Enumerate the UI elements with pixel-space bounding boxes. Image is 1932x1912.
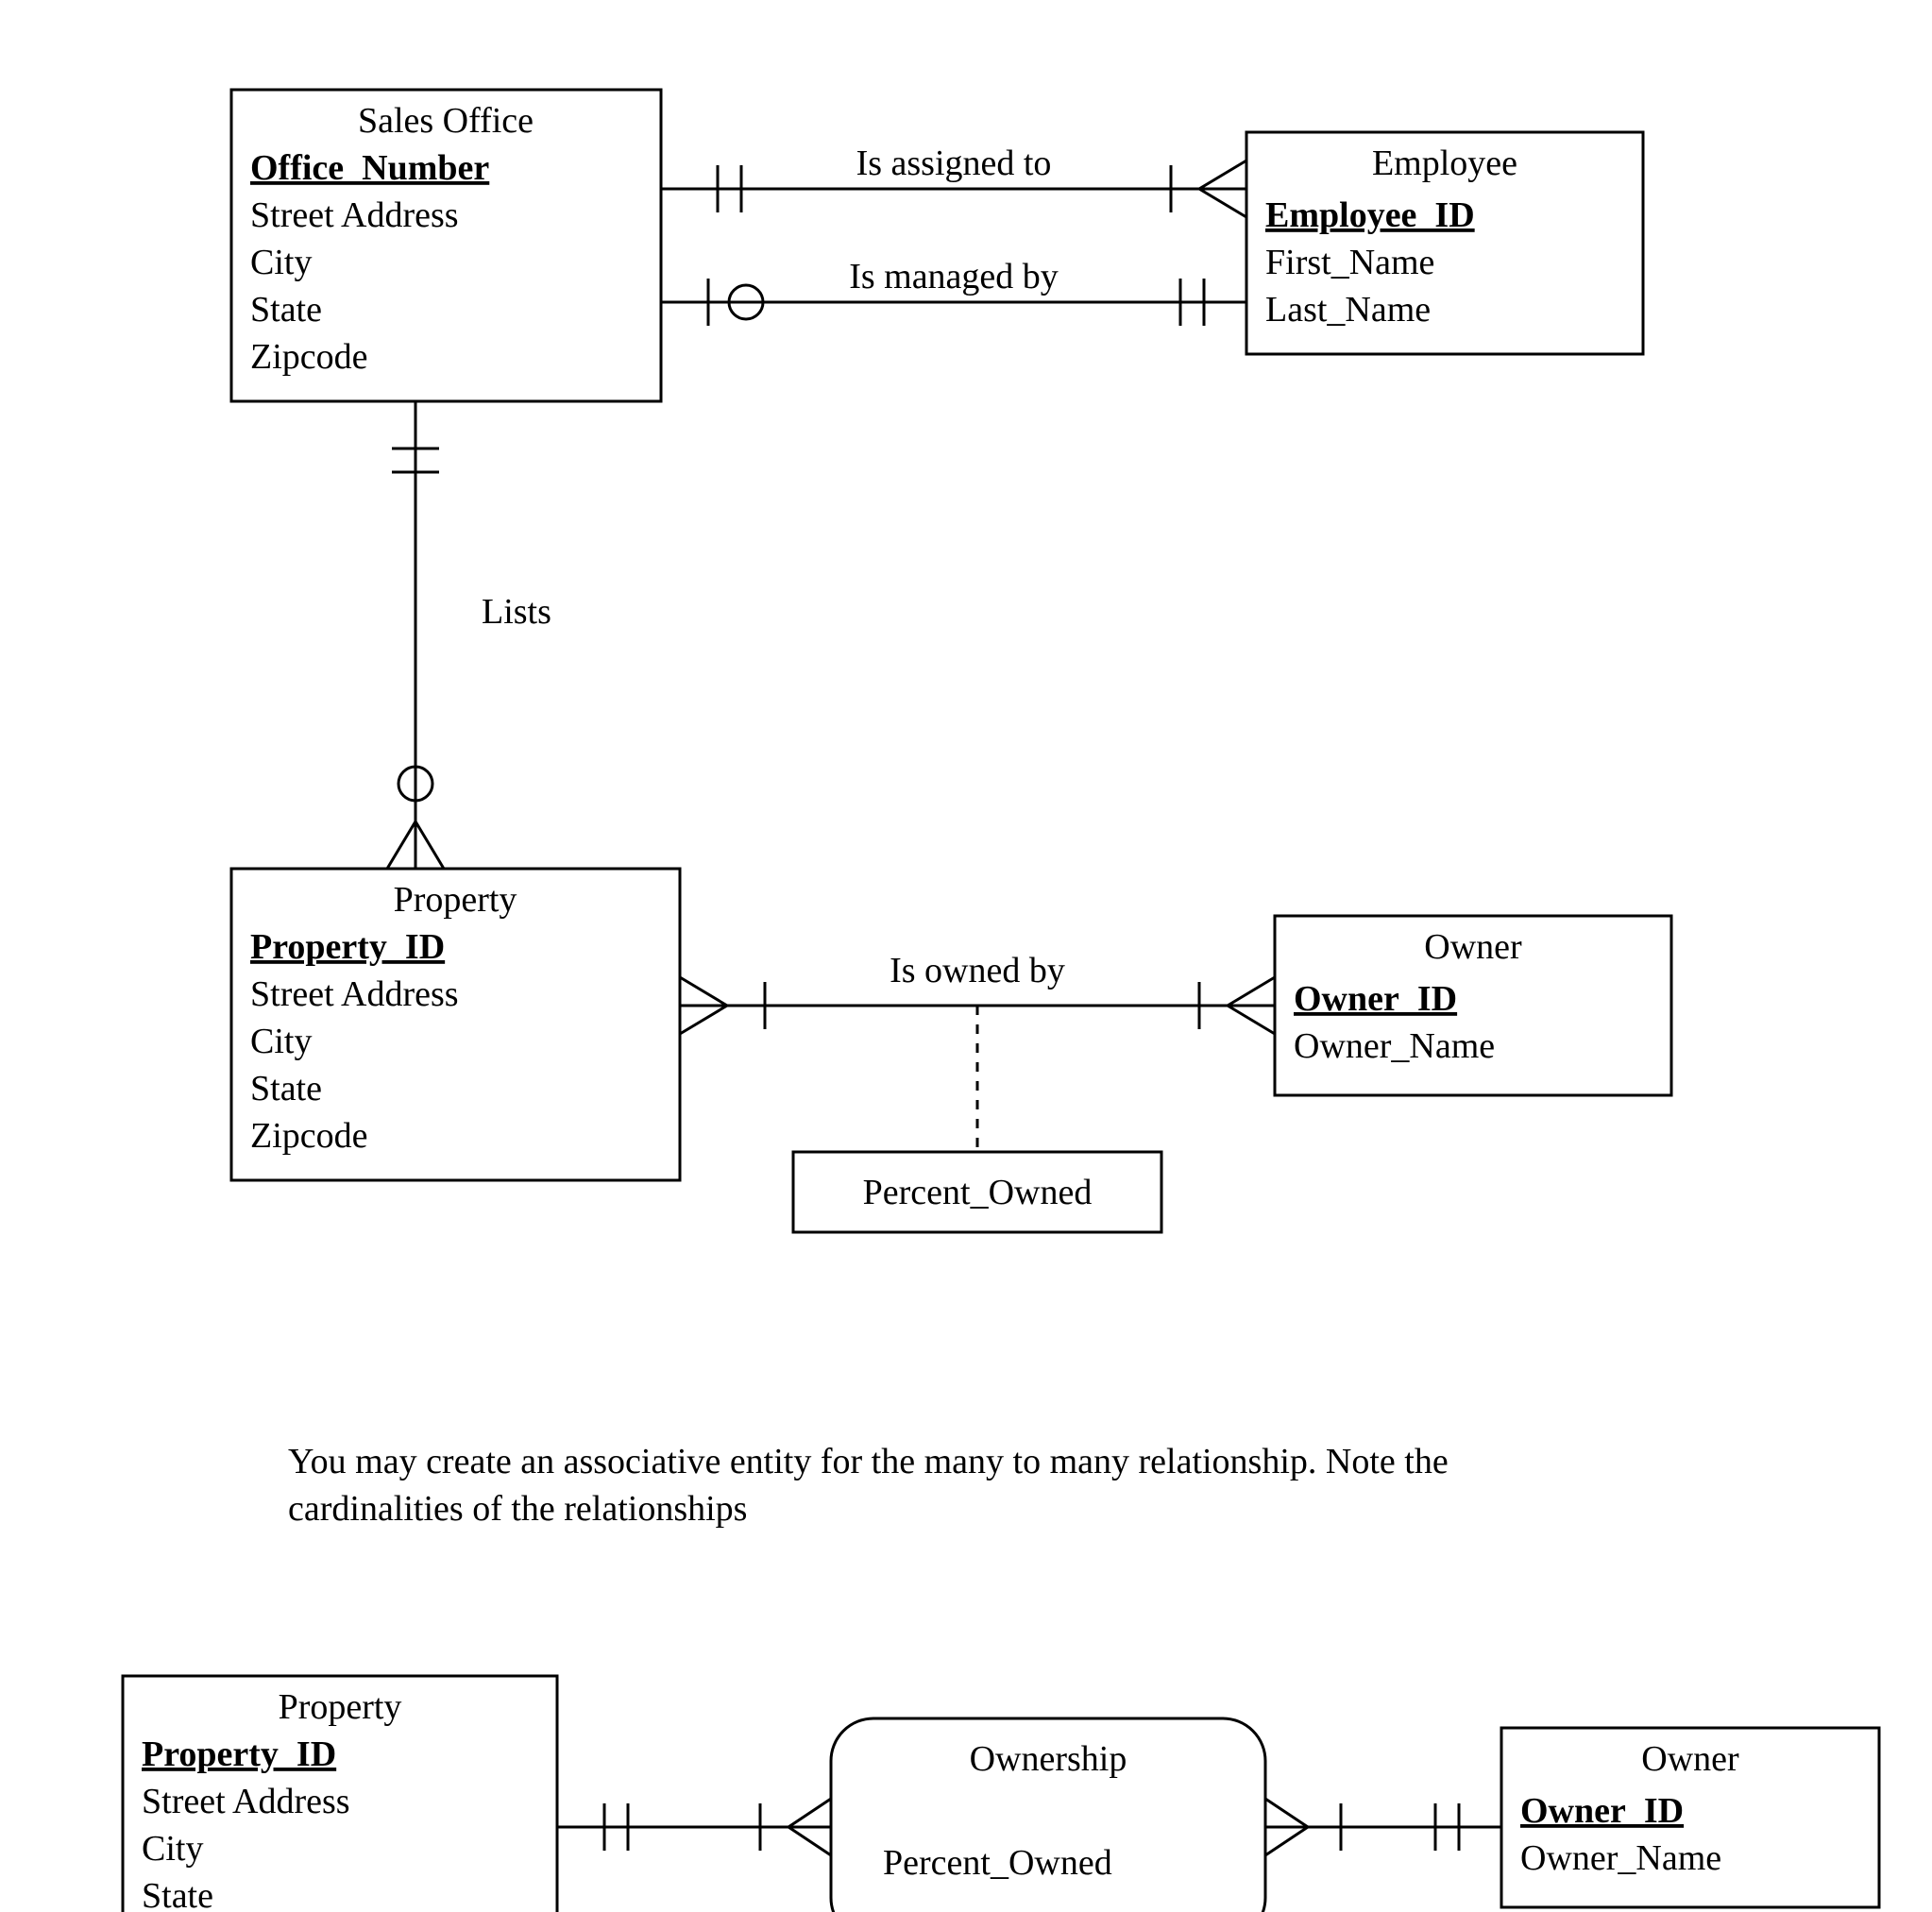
rel-owned-label: Is owned by (890, 951, 1065, 990)
note-line-2: cardinalities of the relationships (288, 1489, 747, 1529)
employee-attr-1: Last_Name (1265, 290, 1431, 330)
employee-pk: Employee_ID (1265, 195, 1475, 235)
rel-is-owned-by (680, 977, 1275, 1152)
rel-ownership-owner (1265, 1799, 1501, 1855)
property-attr-0: Street Address (250, 974, 459, 1014)
entity-sales-office: Sales Office Office_Number Street Addres… (231, 90, 661, 401)
ownership-attr: Percent_Owned (883, 1843, 1112, 1883)
entity-owner: Owner Owner_ID Owner_Name (1275, 916, 1671, 1095)
entity-employee: Employee Employee_ID First_Name Last_Nam… (1246, 132, 1643, 354)
sales-office-attr-3: Zipcode (250, 337, 368, 377)
property2-attr-2: State (142, 1876, 213, 1912)
ownership-title: Ownership (970, 1739, 1127, 1779)
rel-property-ownership (557, 1799, 831, 1855)
rel-lists (387, 401, 444, 869)
property-attr-1: City (250, 1022, 312, 1061)
sales-office-attr-2: State (250, 290, 322, 330)
owner-attr-0: Owner_Name (1294, 1026, 1495, 1066)
property-title: Property (394, 880, 517, 920)
owner-title: Owner (1424, 927, 1522, 967)
property2-title: Property (279, 1687, 402, 1727)
property2-pk: Property_ID (142, 1734, 336, 1774)
attr-percent-owned: Percent_Owned (793, 1152, 1161, 1232)
entity-property-2: Property Property_ID Street Address City… (123, 1676, 557, 1912)
sales-office-pk: Office_Number (250, 148, 489, 188)
property2-attr-1: City (142, 1829, 203, 1869)
sales-office-attr-0: Street Address (250, 195, 459, 235)
sales-office-attr-1: City (250, 243, 312, 282)
employee-title: Employee (1372, 144, 1517, 183)
employee-attr-0: First_Name (1265, 243, 1434, 282)
property2-attr-0: Street Address (142, 1782, 350, 1821)
owner2-attr-0: Owner_Name (1520, 1838, 1721, 1878)
er-diagram: Sales Office Office_Number Street Addres… (0, 0, 1932, 1912)
owner-pk: Owner_ID (1294, 979, 1457, 1019)
entity-owner-2: Owner Owner_ID Owner_Name (1501, 1728, 1879, 1907)
property-attr-2: State (250, 1069, 322, 1108)
rel-assigned-label: Is assigned to (856, 144, 1052, 183)
percent-owned-label: Percent_Owned (863, 1173, 1093, 1212)
owner2-pk: Owner_ID (1520, 1791, 1684, 1831)
owner2-title: Owner (1641, 1739, 1739, 1779)
note-line-1: You may create an associative entity for… (288, 1442, 1449, 1481)
entity-ownership: Ownership Percent_Owned (831, 1718, 1265, 1912)
property-attr-3: Zipcode (250, 1116, 368, 1156)
sales-office-title: Sales Office (358, 101, 534, 141)
rel-lists-label: Lists (482, 592, 551, 632)
property-pk: Property_ID (250, 927, 445, 967)
rel-managed-label: Is managed by (849, 257, 1059, 296)
entity-property: Property Property_ID Street Address City… (231, 869, 680, 1180)
